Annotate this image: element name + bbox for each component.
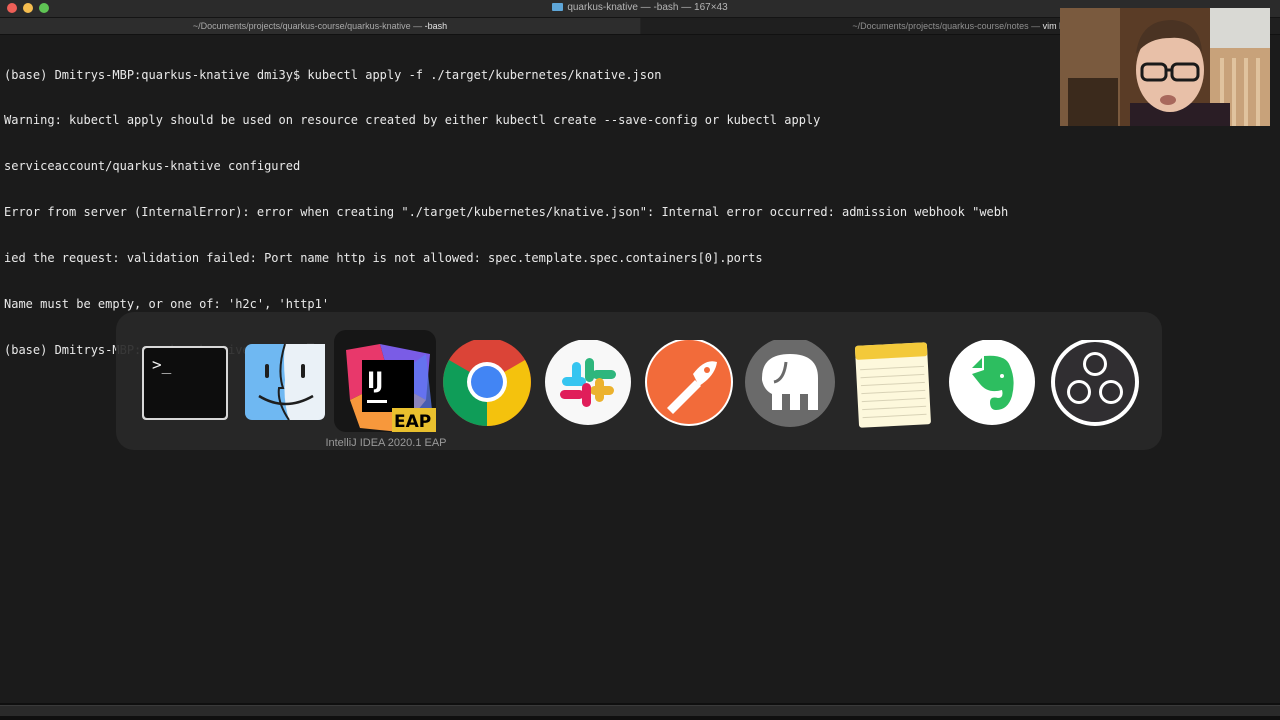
finder-icon <box>245 343 325 421</box>
app-evernote[interactable] <box>946 339 1042 436</box>
folder-icon <box>552 3 564 11</box>
slack-icon <box>545 339 631 425</box>
app-notes[interactable] <box>845 340 941 436</box>
tab-path: ~/Documents/projects/quarkus-course/quar… <box>192 21 425 31</box>
terminal-line: ied the request: validation failed: Port… <box>4 251 763 266</box>
app-finder[interactable] <box>239 340 335 436</box>
mamp-icon <box>745 337 835 427</box>
svg-text:>_: >_ <box>152 355 172 374</box>
chrome-icon <box>443 338 531 426</box>
tab-path: ~/Documents/projects/quarkus-course/note… <box>852 21 1043 31</box>
app-intellij-idea[interactable]: IJ EAP <box>340 340 436 436</box>
app-mamp[interactable] <box>744 337 840 436</box>
app-postman[interactable] <box>643 338 739 436</box>
terminal-line: Name must be empty, or one of: 'h2c', 'h… <box>4 297 330 312</box>
evernote-icon <box>949 339 1035 425</box>
intellij-idea-eap-icon: IJ EAP <box>346 344 436 432</box>
app-slack[interactable] <box>542 339 638 436</box>
svg-text:IJ: IJ <box>367 369 383 394</box>
tab-quarkus-knative[interactable]: ~/Documents/projects/quarkus-course/quar… <box>0 18 640 34</box>
notes-icon <box>855 342 931 428</box>
status-bar <box>0 705 1280 716</box>
obs-icon <box>1051 338 1139 426</box>
app-terminal[interactable]: >_ <box>138 340 234 436</box>
tab-command: -bash <box>424 21 448 31</box>
presenter-webcam-image <box>1060 8 1270 126</box>
app-obs[interactable] <box>1047 338 1143 436</box>
postman-icon <box>645 338 733 426</box>
selected-app-label: IntelliJ IDEA 2020.1 EAP <box>325 437 447 449</box>
app-switcher: >_ IJ EAP IntelliJ IDEA 2020.1 EAP <box>116 312 1162 450</box>
svg-text:EAP: EAP <box>394 412 431 432</box>
terminal-line: serviceaccount/quarkus-knative configure… <box>4 159 301 174</box>
terminal-line: Error from server (InternalError): error… <box>4 205 1009 220</box>
app-chrome[interactable] <box>441 338 537 436</box>
window-title-text: quarkus-knative — -bash — 167×43 <box>567 2 728 13</box>
terminal-icon: >_ <box>142 346 228 420</box>
webcam-overlay <box>1060 8 1270 126</box>
